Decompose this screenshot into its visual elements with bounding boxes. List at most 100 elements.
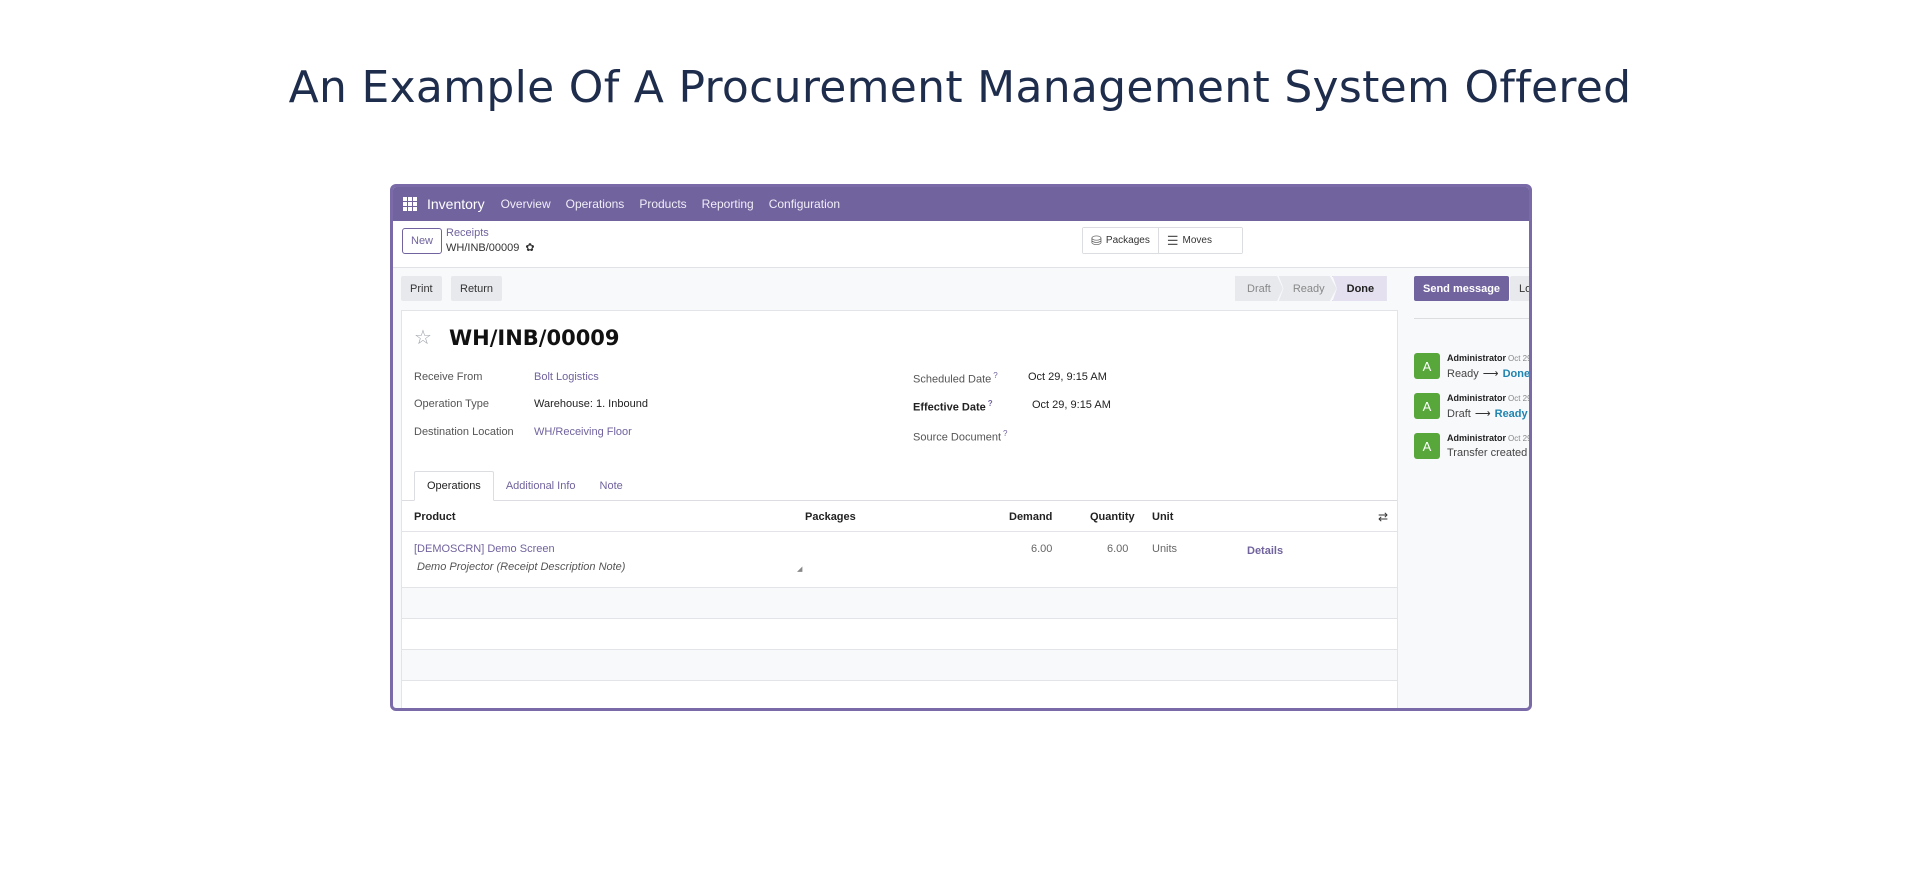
chatter-message: A Administrator Oct 29 Draft ⟶ Ready — [1414, 393, 1532, 427]
column-demand[interactable]: Demand — [1009, 511, 1052, 523]
field-destination[interactable]: WH/Receiving Floor — [534, 426, 632, 438]
breadcrumb-current: WH/INB/00009 ✿ — [446, 241, 535, 255]
nav-item-reporting[interactable]: Reporting — [702, 197, 754, 211]
notebook-tabs: Operations Additional Info Note — [414, 471, 635, 501]
author-name: Administrator — [1447, 433, 1507, 443]
message-body: Transfer created — [1447, 447, 1528, 459]
row-demand: 6.00 — [1031, 543, 1053, 555]
send-message-button[interactable]: Send message — [1414, 276, 1510, 301]
new-button[interactable]: New — [402, 228, 443, 254]
avatar[interactable]: A — [1414, 353, 1440, 379]
form-sheet: ☆ WH/INB/00009 Receive From Bolt Logisti… — [401, 310, 1398, 708]
arrow-right-icon: ⟶ — [1474, 408, 1491, 420]
breadcrumb-current-label: WH/INB/00009 — [446, 241, 520, 254]
message-body: Draft ⟶ Ready — [1447, 407, 1528, 420]
nav-item-overview[interactable]: Overview — [501, 197, 551, 211]
message-date: Oct 29 — [1508, 434, 1532, 443]
nav-item-operations[interactable]: Operations — [566, 197, 625, 211]
return-button[interactable]: Return — [451, 276, 503, 301]
packages-smart-button[interactable]: ⛁ Packages — [1083, 228, 1158, 253]
message-date: Oct 29 — [1508, 354, 1532, 363]
packages-label: Packages — [1105, 235, 1150, 246]
list-icon: ☰ — [1166, 232, 1179, 248]
row-quantity[interactable]: 6.00 — [1107, 543, 1128, 555]
effective-date-label-text: Effective Date — [913, 401, 986, 414]
packages-icon: ⛁ — [1091, 232, 1102, 248]
print-button[interactable]: Print — [401, 276, 442, 301]
author-name: Administrator — [1447, 393, 1507, 403]
moves-label: Moves — [1182, 235, 1212, 246]
field-scheduled-date[interactable]: Oct 29, 9:15 AM — [1028, 371, 1107, 383]
old-value: Draft — [1447, 408, 1471, 420]
scheduled-date-label-text: Scheduled Date — [913, 373, 992, 386]
avatar[interactable]: A — [1414, 433, 1440, 459]
empty-row — [402, 619, 1397, 650]
nav-item-configuration[interactable]: Configuration — [769, 197, 840, 211]
stage-done[interactable]: Done — [1332, 276, 1387, 301]
control-panel: New Receipts WH/INB/00009 ✿ ⛁ Packages ☰… — [393, 221, 1529, 268]
stage-ready[interactable]: Ready — [1278, 276, 1337, 301]
field-label-scheduled-date: Scheduled Date? — [913, 371, 998, 386]
optional-columns-icon[interactable]: ⇄ — [1378, 510, 1388, 524]
field-label-destination: Destination Location — [414, 426, 514, 438]
row-product[interactable]: [DEMOSCRN] Demo Screen — [414, 543, 555, 555]
details-button[interactable]: Details — [1247, 545, 1283, 557]
chatter-divider — [1414, 318, 1529, 319]
help-icon[interactable]: ? — [1003, 429, 1007, 438]
tab-operations[interactable]: Operations — [414, 471, 494, 501]
old-value: Ready — [1447, 368, 1479, 380]
field-receive-from[interactable]: Bolt Logistics — [534, 371, 599, 383]
tab-note[interactable]: Note — [588, 471, 635, 501]
message-author: Administrator Oct 29 — [1447, 353, 1532, 363]
row-unit: Units — [1152, 543, 1178, 555]
source-document-label-text: Source Document — [913, 431, 1002, 444]
field-effective-date[interactable]: Oct 29, 9:15 AM — [1032, 399, 1111, 411]
app-window: Inventory Overview Operations Products R… — [390, 184, 1532, 711]
field-operation-type[interactable]: Warehouse: 1. Inbound — [534, 398, 648, 410]
log-note-button[interactable]: Log note — [1510, 276, 1529, 301]
star-icon[interactable]: ☆ — [414, 325, 432, 350]
column-quantity[interactable]: Quantity — [1090, 511, 1135, 523]
field-label-receive-from: Receive From — [414, 371, 483, 383]
empty-row — [402, 588, 1397, 619]
gear-icon[interactable]: ✿ — [525, 241, 534, 254]
apps-menu-icon[interactable] — [403, 197, 417, 211]
resize-handle-icon[interactable]: ◢ — [797, 565, 802, 573]
table-row[interactable]: [DEMOSCRN] Demo Screen Demo Projector (R… — [402, 532, 1397, 588]
help-icon[interactable]: ? — [993, 371, 997, 380]
message-date: Oct 29 — [1508, 394, 1532, 403]
arrow-right-icon: ⟶ — [1482, 368, 1499, 380]
field-label-effective-date: Effective Date? — [913, 399, 993, 414]
column-packages[interactable]: Packages — [805, 511, 856, 523]
empty-row — [402, 681, 1397, 708]
breadcrumb-receipts[interactable]: Receipts — [446, 227, 489, 239]
nav-item-products[interactable]: Products — [639, 197, 686, 211]
nav-app-name[interactable]: Inventory — [427, 196, 485, 212]
chatter-message: A Administrator Oct 29 Ready ⟶ Done — [1414, 353, 1532, 387]
empty-row — [402, 650, 1397, 681]
record-title: WH/INB/00009 — [449, 326, 620, 350]
page-heading: An Example Of A Procurement Management S… — [288, 62, 1632, 113]
action-bar: Print Return Draft Ready Done — [393, 268, 1529, 310]
status-bar: Draft Ready Done — [1235, 276, 1387, 301]
new-value: Ready — [1494, 408, 1528, 420]
row-description: Demo Projector (Receipt Description Note… — [417, 561, 626, 573]
chatter-panel: Send message Log note A AdministratorOct… — [1410, 268, 1532, 708]
message-body: Ready ⟶ Done — [1447, 367, 1531, 380]
moves-smart-button[interactable]: ☰ Moves — [1157, 228, 1242, 253]
top-navbar: Inventory Overview Operations Products R… — [393, 187, 1529, 221]
help-icon[interactable]: ? — [988, 399, 993, 408]
message-author: Administrator Oct 29 — [1447, 393, 1532, 403]
author-name: Administrator — [1447, 353, 1507, 363]
column-product[interactable]: Product — [414, 511, 456, 523]
tab-additional-info[interactable]: Additional Info — [494, 471, 588, 501]
smart-buttons: ⛁ Packages ☰ Moves — [1082, 227, 1243, 254]
table-header: Product Packages Demand Quantity Unit ⇄ — [402, 501, 1397, 532]
column-unit[interactable]: Unit — [1152, 511, 1173, 523]
chatter-message: A Administrator Oct 29 Transfer created — [1414, 433, 1532, 467]
field-label-operation-type: Operation Type — [414, 398, 490, 410]
field-label-source-document: Source Document? — [913, 429, 1008, 444]
stage-draft[interactable]: Draft — [1235, 276, 1283, 301]
avatar[interactable]: A — [1414, 393, 1440, 419]
new-value: Done — [1502, 368, 1531, 380]
